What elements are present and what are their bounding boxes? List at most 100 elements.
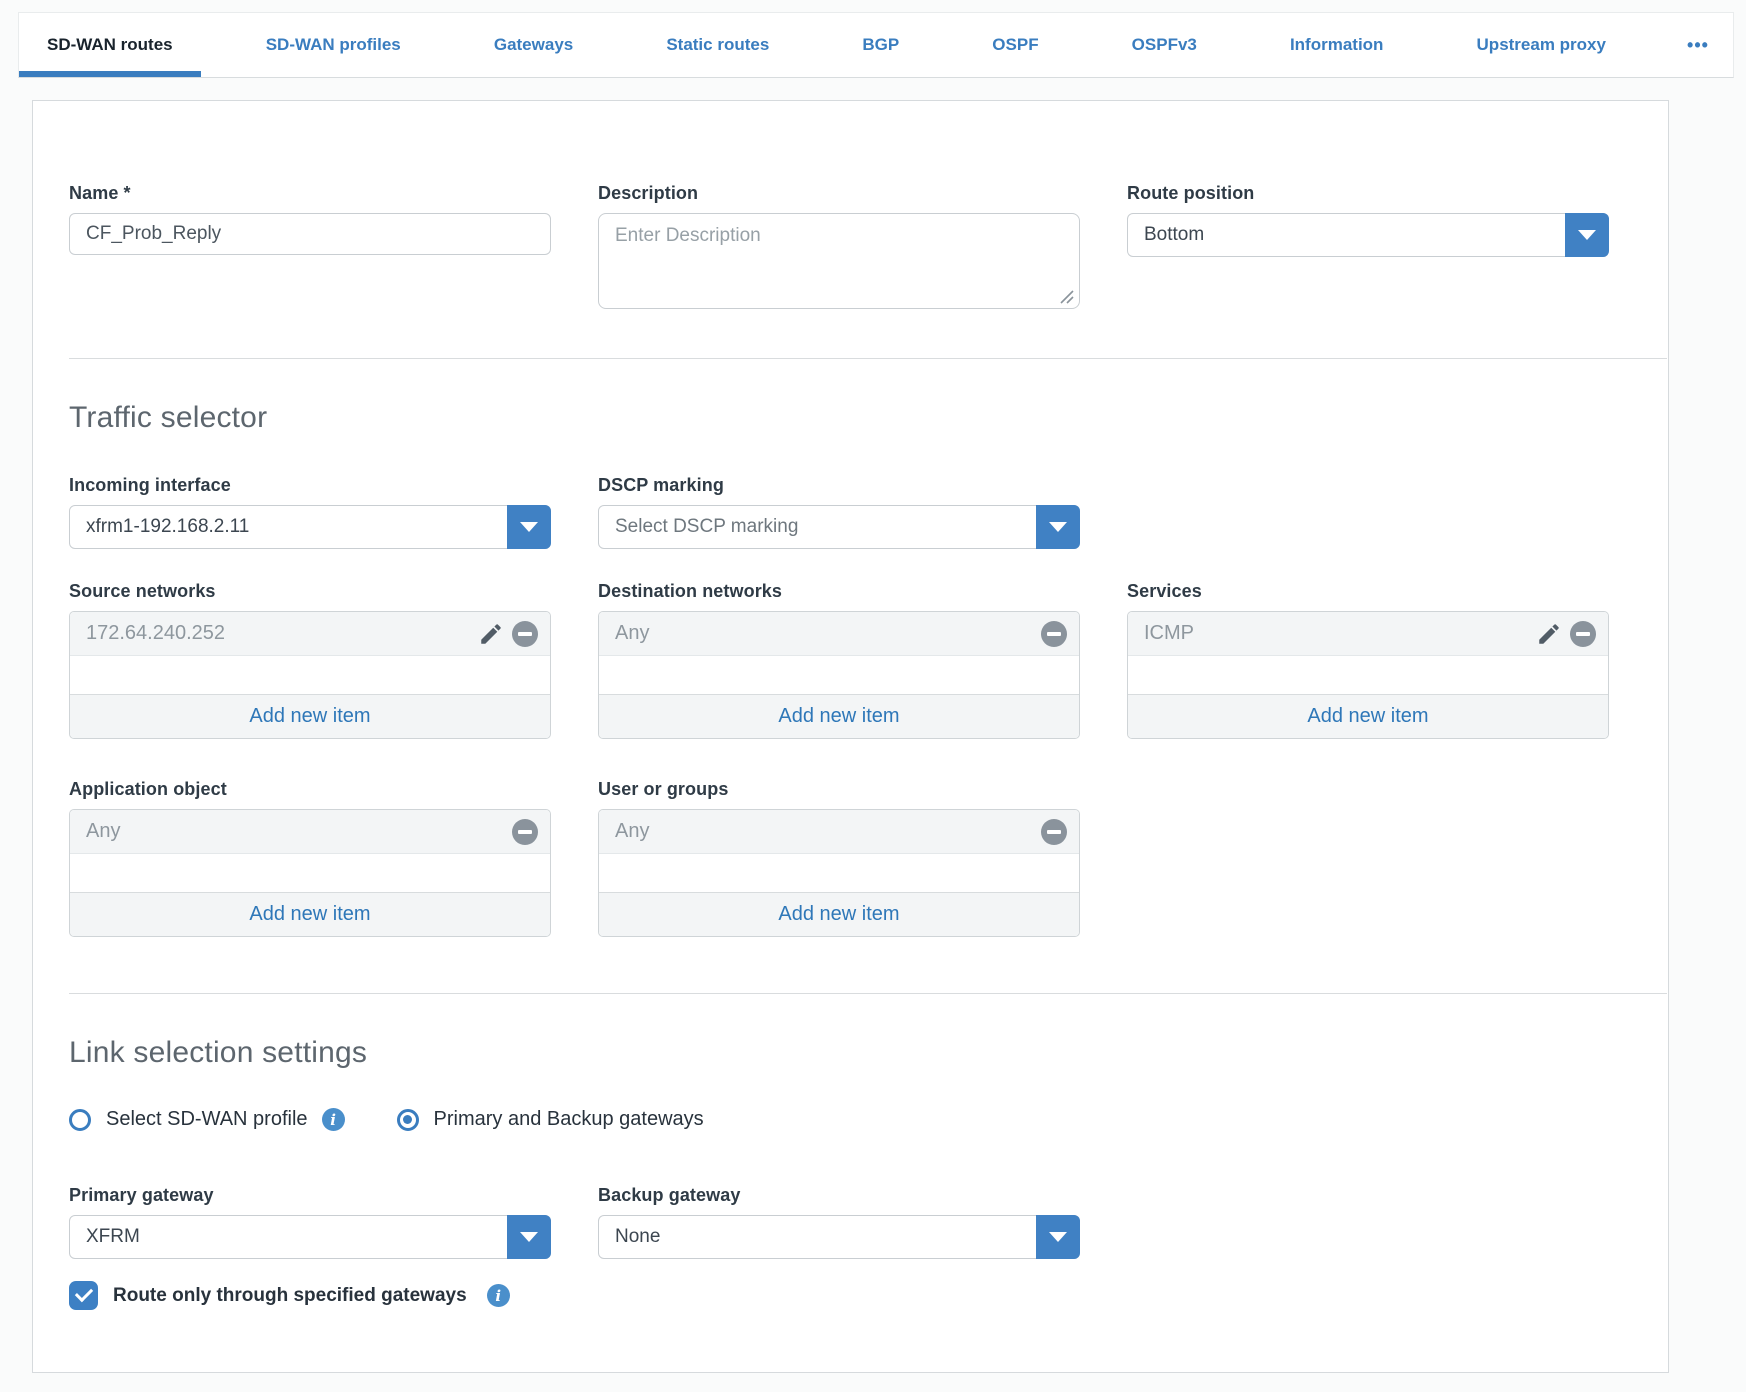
listbox-empty-area xyxy=(599,854,1079,892)
section-divider xyxy=(69,358,1667,359)
dscp-marking-dropdown[interactable]: Select DSCP marking xyxy=(598,505,1080,549)
destination-networks-listbox: Any Add new item xyxy=(598,611,1080,739)
name-label: Name * xyxy=(69,183,551,204)
incoming-interface-label: Incoming interface xyxy=(69,475,551,496)
description-field: Description xyxy=(598,183,1080,314)
select-sdwan-profile-option[interactable]: Select SD-WAN profile xyxy=(69,1108,308,1131)
list-item: Any xyxy=(599,810,1079,854)
list-item-text: ICMP xyxy=(1144,622,1536,645)
remove-icon[interactable] xyxy=(1041,621,1067,647)
incoming-interface-value: xfrm1-192.168.2.11 xyxy=(86,516,249,538)
gateways-row: Primary gateway XFRM Backup gateway None xyxy=(69,1185,1609,1259)
chevron-down-icon[interactable] xyxy=(1036,505,1080,549)
route-form-card: Name * Description Route position Bottom xyxy=(32,100,1669,1373)
tab-gateways[interactable]: Gateways xyxy=(466,13,601,77)
services-label: Services xyxy=(1127,581,1609,602)
traffic-selector-heading: Traffic selector xyxy=(69,401,1668,435)
tab-bgp[interactable]: BGP xyxy=(834,13,927,77)
backup-gateway-field: Backup gateway None xyxy=(598,1185,1080,1259)
tab-information[interactable]: Information xyxy=(1262,13,1412,77)
list-item: Any xyxy=(599,612,1079,656)
tab-sdwan-routes[interactable]: SD-WAN routes xyxy=(19,13,201,77)
radio-unselected-icon[interactable] xyxy=(69,1109,91,1131)
edit-icon[interactable] xyxy=(478,621,504,647)
route-only-checkbox[interactable] xyxy=(69,1281,98,1310)
add-new-item-button[interactable]: Add new item xyxy=(70,694,550,738)
list-item-text: Any xyxy=(86,820,512,843)
listbox-empty-area xyxy=(599,656,1079,694)
info-icon[interactable]: i xyxy=(322,1108,345,1131)
services-field: Services ICMP Add new item xyxy=(1127,581,1609,739)
dscp-marking-label: DSCP marking xyxy=(598,475,1080,496)
description-label: Description xyxy=(598,183,1080,204)
user-or-groups-label: User or groups xyxy=(598,779,1080,800)
chevron-down-icon[interactable] xyxy=(1565,213,1609,257)
listbox-empty-area xyxy=(70,854,550,892)
destination-networks-field: Destination networks Any Add new item xyxy=(598,581,1080,739)
remove-icon[interactable] xyxy=(1041,819,1067,845)
edit-icon[interactable] xyxy=(1536,621,1562,647)
services-listbox: ICMP Add new item xyxy=(1127,611,1609,739)
source-networks-field: Source networks 172.64.240.252 Add new i… xyxy=(69,581,551,739)
list-item: 172.64.240.252 xyxy=(70,612,550,656)
name-input[interactable] xyxy=(69,213,551,255)
backup-gateway-value: None xyxy=(615,1226,660,1248)
tab-sdwan-profiles[interactable]: SD-WAN profiles xyxy=(238,13,429,77)
backup-gateway-dropdown[interactable]: None xyxy=(598,1215,1080,1259)
list-item-text: Any xyxy=(615,820,1041,843)
listbox-empty-area xyxy=(70,656,550,694)
sdwan-route-editor-page: SD-WAN routes SD-WAN profiles Gateways S… xyxy=(0,12,1746,1392)
description-textarea[interactable] xyxy=(598,213,1080,309)
route-position-dropdown[interactable]: Bottom xyxy=(1127,213,1609,257)
application-object-listbox: Any Add new item xyxy=(69,809,551,937)
add-new-item-button[interactable]: Add new item xyxy=(599,892,1079,936)
primary-gateway-dropdown[interactable]: XFRM xyxy=(69,1215,551,1259)
remove-icon[interactable] xyxy=(1570,621,1596,647)
radio-selected-icon[interactable] xyxy=(397,1109,419,1131)
route-only-row: Route only through specified gateways i xyxy=(69,1281,1668,1310)
source-networks-label: Source networks xyxy=(69,581,551,602)
tab-static-routes[interactable]: Static routes xyxy=(638,13,797,77)
primary-gateway-label: Primary gateway xyxy=(69,1185,551,1206)
primary-backup-gateways-option[interactable]: Primary and Backup gateways xyxy=(397,1108,704,1131)
interface-dscp-row: Incoming interface xfrm1-192.168.2.11 DS… xyxy=(69,475,1609,549)
name-field: Name * xyxy=(69,183,551,255)
chevron-down-icon[interactable] xyxy=(507,505,551,549)
radio-option-label: Select SD-WAN profile xyxy=(106,1108,308,1131)
add-new-item-button[interactable]: Add new item xyxy=(599,694,1079,738)
add-new-item-button[interactable]: Add new item xyxy=(1128,694,1608,738)
backup-gateway-label: Backup gateway xyxy=(598,1185,1080,1206)
ellipsis-icon: ••• xyxy=(1687,36,1709,54)
dscp-marking-field: DSCP marking Select DSCP marking xyxy=(598,475,1080,549)
chevron-down-icon[interactable] xyxy=(1036,1215,1080,1259)
list-item: Any xyxy=(70,810,550,854)
destination-networks-label: Destination networks xyxy=(598,581,1080,602)
application-users-row: Application object Any Add new item User… xyxy=(69,779,1609,937)
more-tabs-button[interactable]: ••• xyxy=(1671,13,1733,77)
resize-grip-icon[interactable] xyxy=(1060,290,1074,304)
application-object-field: Application object Any Add new item xyxy=(69,779,551,937)
list-item-text: 172.64.240.252 xyxy=(86,622,478,645)
tab-upstream-proxy[interactable]: Upstream proxy xyxy=(1449,13,1634,77)
user-or-groups-listbox: Any Add new item xyxy=(598,809,1080,937)
tab-ospf[interactable]: OSPF xyxy=(964,13,1066,77)
list-item: ICMP xyxy=(1128,612,1608,656)
info-icon[interactable]: i xyxy=(487,1284,510,1307)
application-object-label: Application object xyxy=(69,779,551,800)
remove-icon[interactable] xyxy=(512,819,538,845)
dscp-marking-placeholder: Select DSCP marking xyxy=(615,516,798,538)
primary-gateway-value: XFRM xyxy=(86,1226,140,1248)
tab-ospfv3[interactable]: OSPFv3 xyxy=(1104,13,1225,77)
primary-gateway-field: Primary gateway XFRM xyxy=(69,1185,551,1259)
route-only-checkbox-label: Route only through specified gateways xyxy=(113,1285,467,1307)
remove-icon[interactable] xyxy=(512,621,538,647)
incoming-interface-dropdown[interactable]: xfrm1-192.168.2.11 xyxy=(69,505,551,549)
list-item-text: Any xyxy=(615,622,1041,645)
source-networks-listbox: 172.64.240.252 Add new item xyxy=(69,611,551,739)
route-position-value: Bottom xyxy=(1144,224,1204,246)
chevron-down-icon[interactable] xyxy=(507,1215,551,1259)
section-divider xyxy=(69,993,1667,994)
general-fields-row: Name * Description Route position Bottom xyxy=(69,183,1609,314)
add-new-item-button[interactable]: Add new item xyxy=(70,892,550,936)
link-selection-settings-heading: Link selection settings xyxy=(69,1036,1668,1070)
